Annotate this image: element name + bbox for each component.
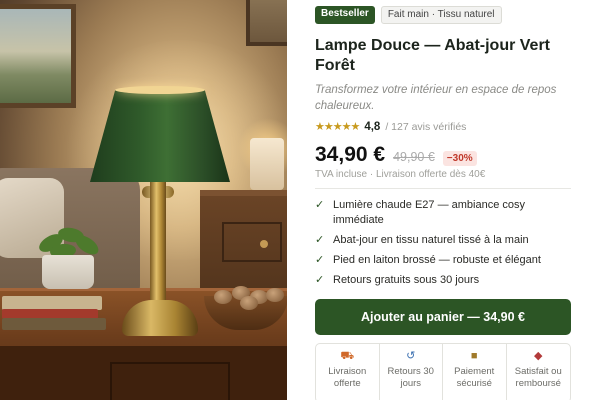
trust-item-guarantee: ◆ Satisfait ou remboursé xyxy=(507,344,571,400)
check-icon: ✓ xyxy=(315,199,325,211)
trust-item-returns: ↺ Retours 30 jours xyxy=(380,344,443,400)
truck-icon: ⛟ xyxy=(340,350,355,362)
wall-painting xyxy=(0,4,76,108)
price-row: 34,90 € 49,90 € −30% xyxy=(315,143,571,167)
check-icon: ✓ xyxy=(315,254,325,266)
rating-value: 4,8 xyxy=(364,120,381,133)
badge-row: Bestseller Fait main · Tissu naturel xyxy=(315,6,571,24)
tax-shipping-note: TVA incluse · Livraison offerte dès 40€ xyxy=(315,169,486,180)
feature-list: ✓ Lumière chaude E27 — ambiance cosy immé… xyxy=(315,198,571,288)
feature-item: ✓ Lumière chaude E27 — ambiance cosy immé… xyxy=(315,199,525,226)
feature-item: ✓ Abat-jour en tissu naturel tissé à la m… xyxy=(315,234,529,246)
lock-icon: ■ xyxy=(470,350,478,362)
rating-row[interactable]: ★★★★★ 4,8 / 127 avis vérifiés xyxy=(315,120,571,134)
star-rating-icon: ★★★★★ xyxy=(315,121,360,133)
plant-pot xyxy=(42,255,94,289)
product-subtitle: Transformez votre intérieur en espace de… xyxy=(315,84,557,112)
book xyxy=(2,296,102,310)
shield-icon: ◆ xyxy=(534,350,543,362)
trust-badges: ⛟ Livraison offerte ↺ Retours 30 jours ■… xyxy=(315,343,571,400)
feature-item: ✓ Retours gratuits sous 30 jours xyxy=(315,274,480,286)
handmade-badge: Fait main · Tissu naturel xyxy=(380,6,502,24)
bestseller-badge: Bestseller xyxy=(315,6,375,24)
divider xyxy=(315,188,571,189)
feature-item: ✓ Pied en laiton brossé — robuste et élég… xyxy=(315,254,541,266)
return-icon: ↺ xyxy=(406,350,416,362)
discount-badge: −30% xyxy=(442,151,477,166)
review-count-link[interactable]: / 127 avis vérifiés xyxy=(385,121,466,133)
book xyxy=(2,318,106,330)
trust-item-payment: ■ Paiement sécurisé xyxy=(443,344,507,400)
add-to-cart-button[interactable]: Ajouter au panier — 34,90 € xyxy=(315,299,571,335)
current-price: 34,90 € xyxy=(315,143,386,166)
wall-frame xyxy=(246,0,287,46)
lamp-stem xyxy=(150,182,166,302)
product-image[interactable] xyxy=(0,0,287,400)
product-title: Lampe Douce — Abat-jour Vert Forêt xyxy=(315,37,550,74)
candle xyxy=(250,138,284,190)
product-panel: Bestseller Fait main · Tissu naturel Lam… xyxy=(287,0,600,400)
check-icon: ✓ xyxy=(315,274,325,286)
old-price: 49,90 € xyxy=(393,150,435,164)
trust-item-shipping: ⛟ Livraison offerte xyxy=(316,344,380,400)
lamp-base xyxy=(122,300,198,336)
check-icon: ✓ xyxy=(315,234,325,246)
